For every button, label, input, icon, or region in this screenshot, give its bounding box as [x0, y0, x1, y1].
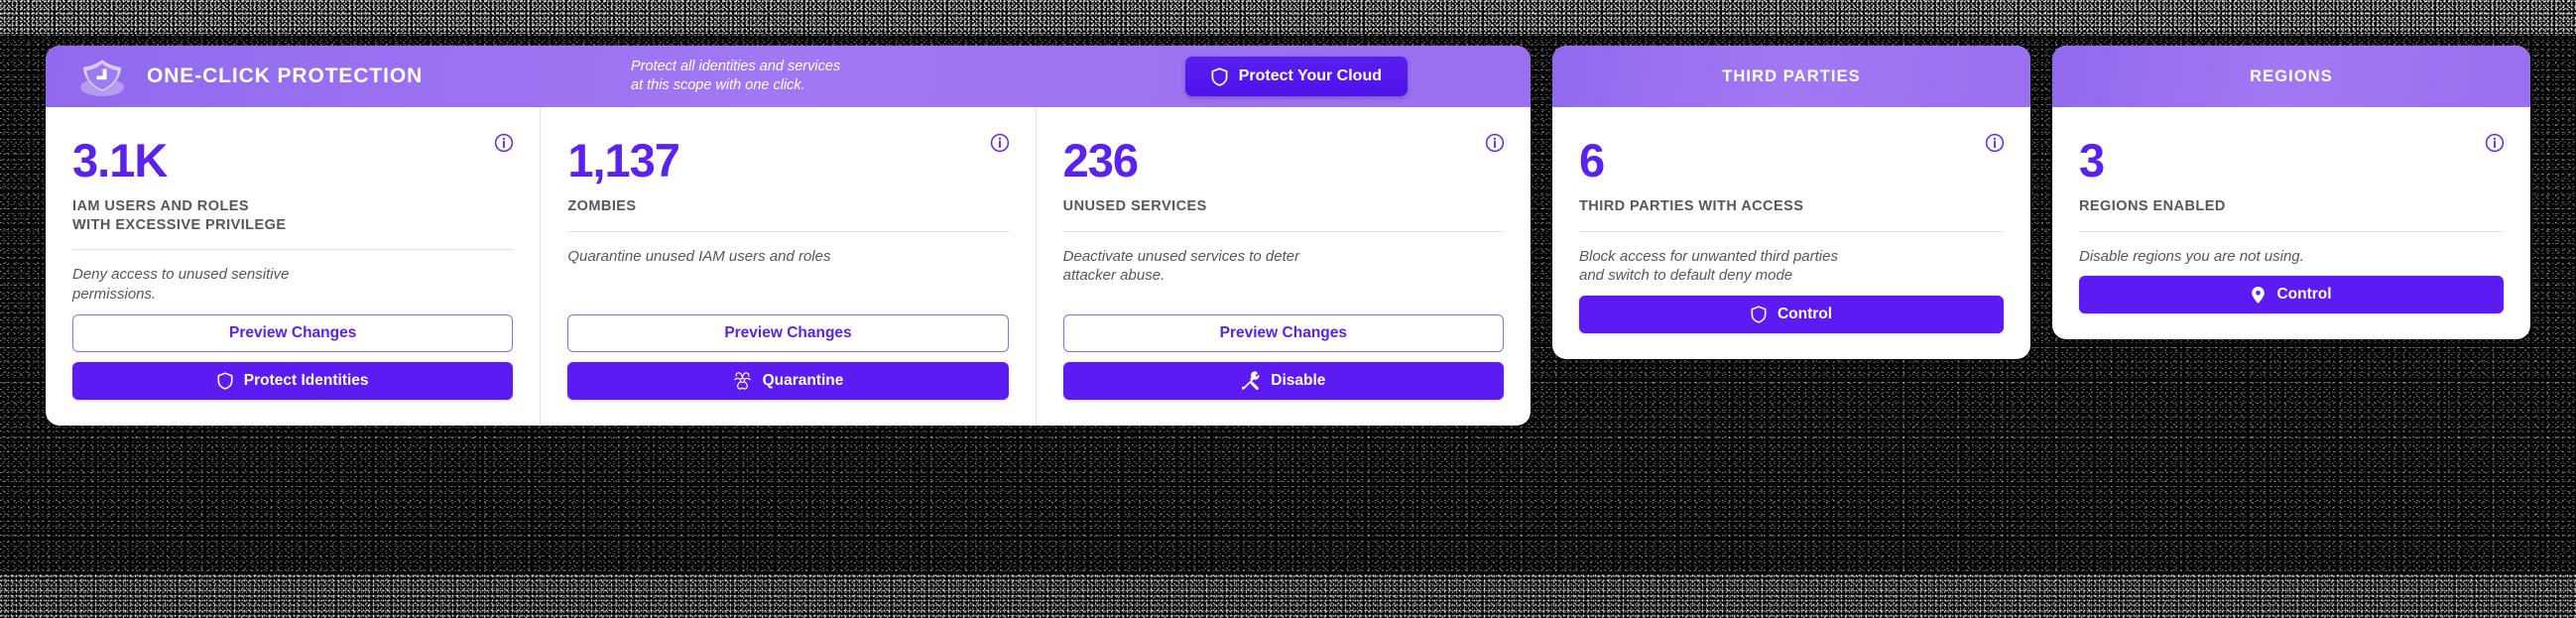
info-circle-icon[interactable]: [2485, 133, 2505, 153]
preview-changes-label: Preview Changes: [228, 323, 357, 341]
third-parties-card: THIRD PARTIES 6 THIRD PARTIES WITH ACCES…: [1552, 46, 2030, 360]
shield-icon: [217, 372, 233, 390]
info-circle-icon[interactable]: [990, 133, 1010, 153]
metric-value: 3: [2079, 134, 2105, 186]
one-click-protection-dashboard: ONE-CLICK PROTECTION Protect all identit…: [0, 0, 2576, 618]
info-circle-icon[interactable]: [1985, 133, 2005, 153]
metric-label: UNUSED SERVICES: [1062, 198, 1207, 214]
protect-your-cloud-label: Protect Your Cloud: [1238, 67, 1382, 84]
third-parties-control-button[interactable]: Control: [1579, 296, 2004, 334]
shield-icon: [1211, 66, 1228, 86]
one-click-protection-card: ONE-CLICK PROTECTION Protect all identit…: [46, 46, 1531, 426]
protect-identities-label: Protect Identities: [243, 371, 369, 389]
metric-value: 1,137: [567, 134, 680, 186]
metric-divider: [1062, 230, 1504, 232]
map-pin-icon: [2251, 286, 2266, 305]
protect-identities-button[interactable]: Protect Identities: [72, 361, 514, 400]
brand-title: ONE-CLICK PROTECTION: [147, 64, 424, 87]
info-circle-icon[interactable]: [1485, 133, 1505, 153]
protect-your-cloud-button[interactable]: Protect Your Cloud: [1184, 57, 1408, 96]
regions-control-label: Control: [2276, 286, 2332, 304]
metric-actions: Preview Changes Disable: [1062, 313, 1504, 400]
preview-changes-button[interactable]: Preview Changes: [1062, 313, 1504, 352]
biohazard-icon: [733, 371, 752, 391]
metric-description: Deactivate unused services to deter atta…: [1062, 247, 1300, 285]
regions-card: REGIONS 3 REGIONS ENABLED Disable region…: [2052, 46, 2530, 340]
third-parties-control-label: Control: [1777, 306, 1833, 323]
shield-icon: [1751, 306, 1767, 324]
quarantine-label: Quarantine: [762, 371, 844, 389]
disable-button[interactable]: Disable: [1062, 361, 1504, 400]
metric-label: THIRD PARTIES WITH ACCESS: [1579, 198, 1804, 214]
shield-3d-icon: [75, 55, 129, 98]
brand-block: ONE-CLICK PROTECTION: [75, 55, 631, 98]
metric-description: Block access for unwanted third parties …: [1579, 247, 1838, 285]
metric-actions: Preview Changes Quarantine: [567, 313, 1009, 400]
metric-description: Quarantine unused IAM users and roles: [567, 247, 831, 265]
metric-value: 3.1K: [72, 134, 168, 186]
metric-divider: [567, 230, 1009, 232]
metric-description: Deny access to unused sensitive permissi…: [72, 266, 290, 304]
metric-iam-users-and-roles: 3.1K IAM USERS AND ROLES WITH EXCESSIVE …: [46, 107, 540, 426]
metric-description: Disable regions you are not using.: [2079, 247, 2304, 265]
metric-divider: [72, 249, 514, 251]
one-click-metrics-row: 3.1K IAM USERS AND ROLES WITH EXCESSIVE …: [46, 107, 1531, 426]
header-tagline: Protect all identities and services at t…: [631, 58, 841, 93]
preview-changes-label: Preview Changes: [724, 323, 852, 341]
quarantine-button[interactable]: Quarantine: [567, 361, 1009, 400]
metric-label: IAM USERS AND ROLES WITH EXCESSIVE PRIVI…: [72, 198, 287, 233]
metric-actions: Preview Changes Protect Identities: [72, 313, 514, 400]
disable-label: Disable: [1271, 371, 1326, 389]
third-parties-title: THIRD PARTIES: [1722, 66, 1861, 85]
preview-changes-button[interactable]: Preview Changes: [567, 313, 1009, 352]
metric-value: 236: [1062, 134, 1139, 186]
regions-title: REGIONS: [2250, 66, 2333, 85]
regions-body: 3 REGIONS ENABLED Disable regions you ar…: [2052, 107, 2530, 339]
preview-changes-button[interactable]: Preview Changes: [72, 313, 514, 352]
metric-divider: [1579, 230, 2004, 232]
regions-header: REGIONS: [2052, 46, 2530, 107]
tools-icon: [1241, 371, 1260, 391]
metric-unused-services: 236 UNUSED SERVICES Deactivate unused se…: [1035, 107, 1531, 426]
regions-control-button[interactable]: Control: [2079, 276, 2504, 314]
metric-label: REGIONS ENABLED: [2079, 198, 2226, 214]
metric-label: ZOMBIES: [567, 198, 637, 214]
info-circle-icon[interactable]: [494, 133, 514, 153]
third-parties-header: THIRD PARTIES: [1552, 46, 2030, 107]
metric-value: 6: [1579, 134, 1605, 186]
metric-divider: [2079, 230, 2504, 232]
third-parties-body: 6 THIRD PARTIES WITH ACCESS Block access…: [1552, 107, 2030, 359]
one-click-protection-header: ONE-CLICK PROTECTION Protect all identit…: [46, 46, 1531, 107]
preview-changes-label: Preview Changes: [1219, 323, 1347, 341]
metric-zombies: 1,137 ZOMBIES Quarantine unused IAM user…: [540, 107, 1035, 426]
